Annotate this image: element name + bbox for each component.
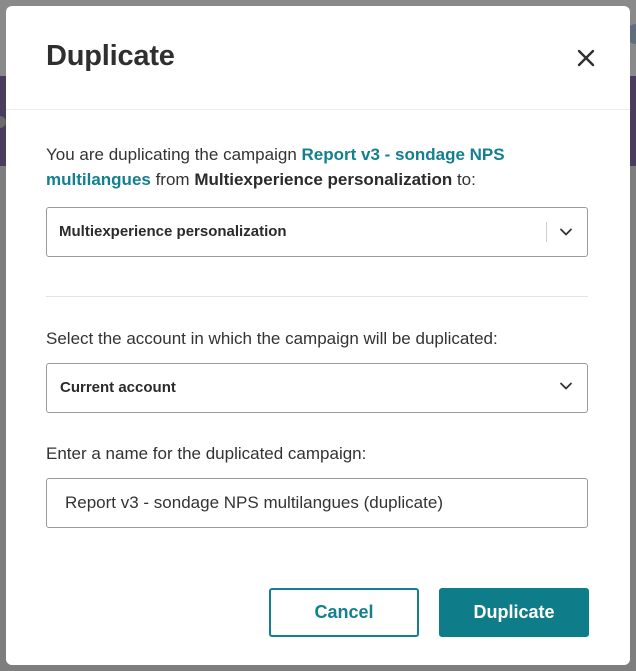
section-divider	[46, 296, 588, 297]
cancel-button[interactable]: Cancel	[269, 588, 419, 637]
campaign-name-input[interactable]	[46, 478, 588, 528]
account-select-value: Current account	[60, 379, 176, 396]
chevron-down-icon[interactable]	[558, 224, 574, 240]
intro-suffix: to:	[452, 170, 476, 189]
destination-select-value: Multiexperience personalization	[59, 223, 287, 240]
dialog-header: Duplicate	[6, 6, 630, 110]
duplicate-dialog: Duplicate You are duplicating the campai…	[6, 6, 630, 665]
select-separator	[546, 222, 547, 242]
dialog-title: Duplicate	[46, 40, 175, 72]
intro-prefix: You are duplicating the campaign	[46, 145, 302, 164]
name-label: Enter a name for the duplicated campaign…	[46, 444, 367, 463]
close-icon	[572, 44, 600, 72]
intro-middle: from	[150, 170, 195, 189]
source-name: Multiexperience personalization	[194, 170, 453, 189]
close-button[interactable]	[572, 44, 600, 72]
account-label: Select the account in which the campaign…	[46, 329, 498, 348]
chevron-down-icon[interactable]	[558, 378, 574, 394]
intro-text: You are duplicating the campaign Report …	[46, 142, 516, 192]
account-select[interactable]: Current account	[46, 363, 588, 413]
destination-select[interactable]: Multiexperience personalization	[46, 207, 588, 257]
duplicate-button[interactable]: Duplicate	[439, 588, 589, 637]
